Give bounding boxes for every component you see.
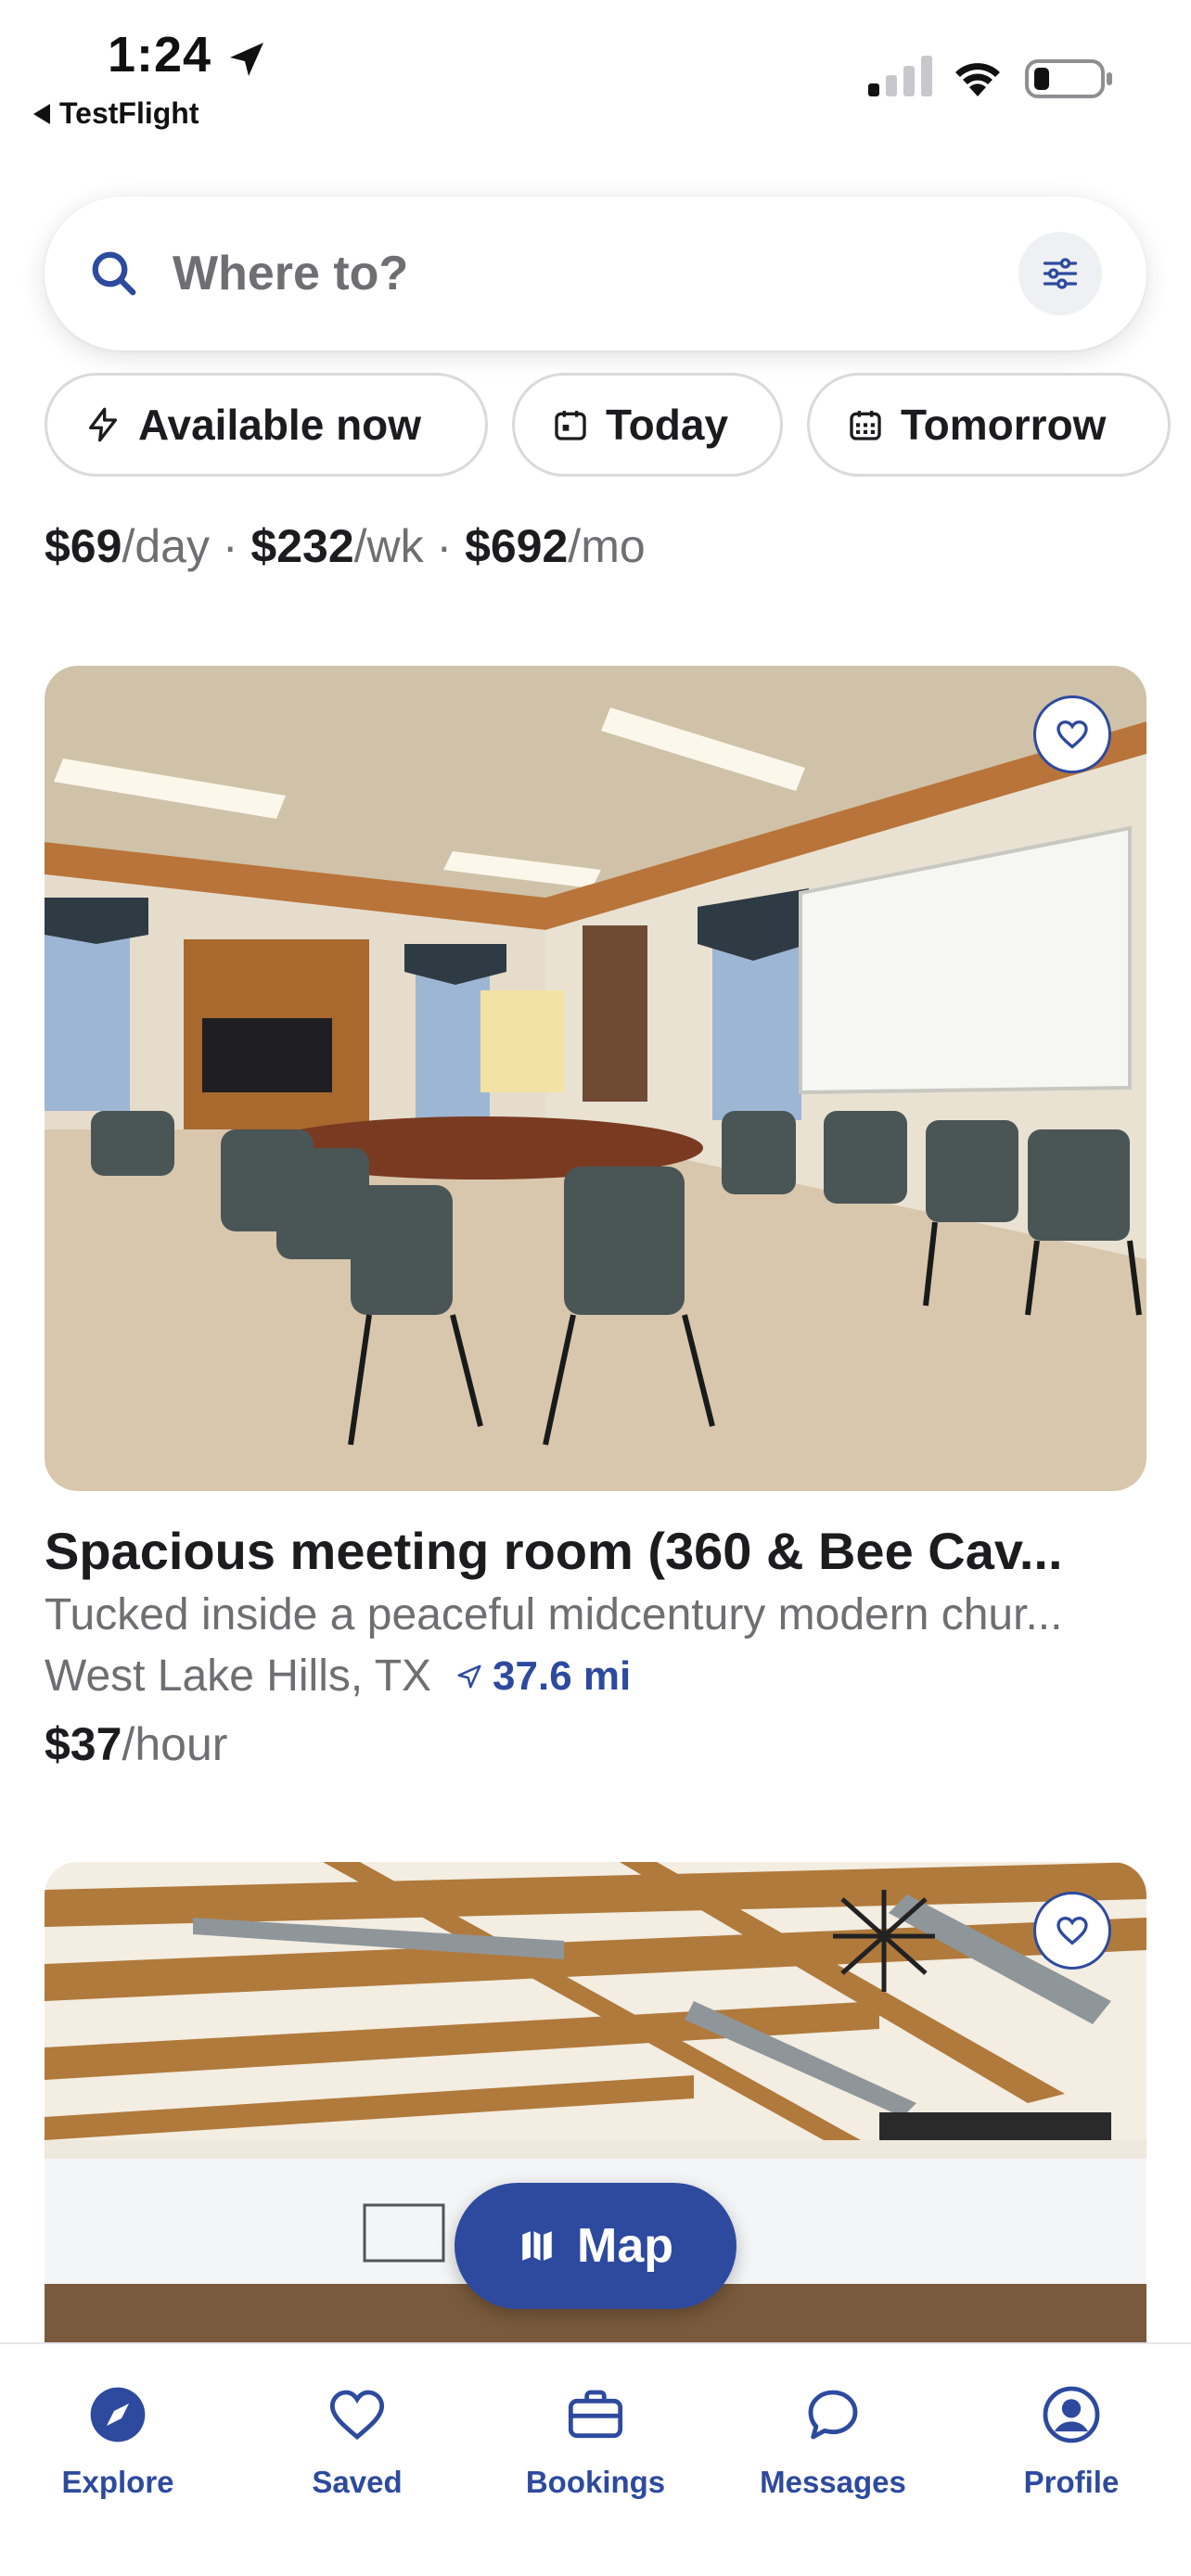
cellular-signal-icon: [868, 56, 932, 96]
previous-listing-price: $69/day · $232/wk · $692/mo: [45, 520, 646, 572]
chat-bubble-icon: [808, 2390, 858, 2440]
status-bar: 1:24 TestFlight: [0, 0, 1191, 139]
chip-label: Today: [606, 401, 729, 449]
tab-saved[interactable]: Saved: [255, 2385, 459, 2500]
calendar-today-icon: [555, 411, 586, 440]
lightning-icon: [89, 407, 118, 442]
listing-photo-meeting-room[interactable]: [45, 666, 1146, 1491]
tab-messages[interactable]: Messages: [731, 2385, 935, 2500]
listing-title[interactable]: Spacious meeting room (360 & Bee Cav...: [45, 1521, 1158, 1581]
listing-distance: 37.6 mi: [455, 1653, 631, 1700]
map-icon: [522, 2231, 552, 2261]
heart-icon: [329, 2390, 385, 2441]
listing-description: Tucked inside a peaceful midcentury mode…: [45, 1590, 1063, 1639]
navigation-arrow-icon: [457, 1664, 481, 1688]
chip-tomorrow[interactable]: Tomorrow: [807, 373, 1171, 477]
tab-explore[interactable]: Explore: [16, 2385, 220, 2500]
battery-icon: [1025, 59, 1112, 98]
filters-button[interactable]: [1018, 232, 1102, 315]
calendar-icon: [850, 411, 881, 440]
back-to-app-link[interactable]: TestFlight: [33, 96, 199, 131]
map-button-label: Map: [577, 2219, 673, 2273]
heart-icon: [1057, 720, 1088, 749]
listing-location: West Lake Hills, TX: [45, 1651, 432, 1701]
heart-icon: [1057, 1916, 1088, 1945]
chip-today[interactable]: Today: [512, 373, 783, 477]
chip-available-now[interactable]: Available now: [45, 373, 488, 477]
tab-bookings[interactable]: Bookings: [493, 2385, 698, 2500]
wifi-icon: [955, 63, 1000, 96]
tab-profile[interactable]: Profile: [969, 2385, 1173, 2500]
chip-label: Tomorrow: [901, 401, 1107, 449]
sliders-icon: [1043, 258, 1078, 289]
location-arrow-icon: [230, 43, 263, 76]
chip-label: Available now: [138, 401, 422, 449]
user-circle-icon: [1043, 2386, 1100, 2443]
compass-icon: [90, 2387, 146, 2442]
favorite-button[interactable]: [1033, 695, 1111, 773]
listing-price: $37/hour: [45, 1718, 228, 1770]
back-triangle-icon: [33, 103, 50, 124]
search-input[interactable]: [173, 236, 915, 311]
search-icon: [92, 251, 136, 296]
back-app-label: TestFlight: [59, 96, 199, 130]
briefcase-icon: [568, 2390, 623, 2439]
favorite-button[interactable]: [1033, 1892, 1111, 1970]
listing-location-row: West Lake Hills, TX 37.6 mi: [45, 1651, 631, 1702]
map-button[interactable]: Map: [455, 2183, 736, 2309]
status-time: 1:24: [108, 27, 212, 83]
